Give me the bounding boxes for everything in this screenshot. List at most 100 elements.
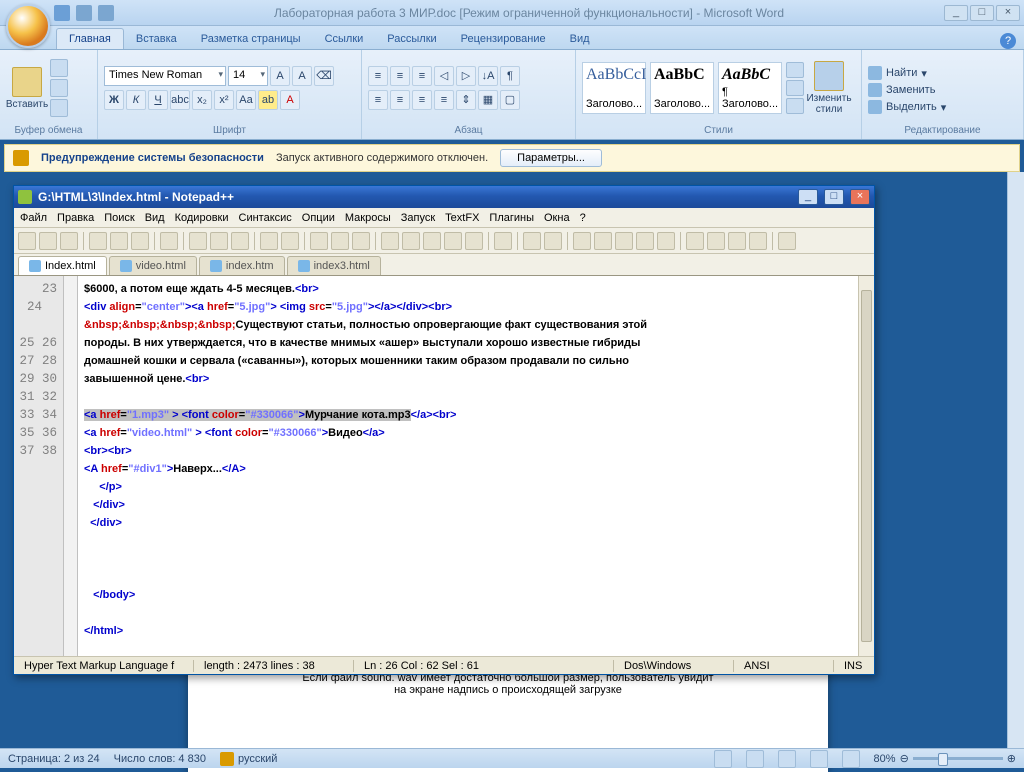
npp-menu-item[interactable]: Запуск	[401, 212, 435, 224]
copy-icon[interactable]	[50, 79, 68, 97]
subscript-button[interactable]: x₂	[192, 90, 212, 110]
indent-dec-icon[interactable]: ◁	[434, 66, 454, 86]
toolbar-button[interactable]	[465, 232, 483, 250]
redo-icon[interactable]	[98, 5, 114, 21]
toolbar-button[interactable]	[707, 232, 725, 250]
toolbar-button[interactable]	[110, 232, 128, 250]
npp-minimize-button[interactable]: _	[798, 189, 818, 205]
npp-close-button[interactable]: ×	[850, 189, 870, 205]
change-case-button[interactable]: Aa	[236, 90, 256, 110]
toolbar-button[interactable]	[352, 232, 370, 250]
strike-button[interactable]: abc	[170, 90, 190, 110]
view-fullscreen-icon[interactable]	[746, 750, 764, 768]
file-tab[interactable]: video.html	[109, 256, 197, 275]
status-words[interactable]: Число слов: 4 830	[114, 753, 206, 765]
tab-layout[interactable]: Разметка страницы	[189, 29, 313, 49]
toolbar-button[interactable]	[260, 232, 278, 250]
style-scroll-up-icon[interactable]	[786, 62, 804, 78]
toolbar-button[interactable]	[189, 232, 207, 250]
superscript-button[interactable]: x²	[214, 90, 234, 110]
italic-button[interactable]: К	[126, 90, 146, 110]
toolbar-button[interactable]	[573, 232, 591, 250]
align-center-icon[interactable]: ≡	[390, 90, 410, 110]
file-tab[interactable]: index3.html	[287, 256, 381, 275]
shrink-font-icon[interactable]: A	[292, 66, 312, 86]
toolbar-button[interactable]	[494, 232, 512, 250]
toolbar-button[interactable]	[657, 232, 675, 250]
toolbar-button[interactable]	[231, 232, 249, 250]
status-page[interactable]: Страница: 2 из 24	[8, 753, 100, 765]
code-area[interactable]: $6000, а потом еще ждать 4-5 месяцев.<br…	[78, 276, 858, 656]
save-icon[interactable]	[54, 5, 70, 21]
maximize-button[interactable]: □	[970, 5, 994, 21]
font-size-combo[interactable]: 14	[228, 66, 268, 86]
toolbar-button[interactable]	[160, 232, 178, 250]
toolbar-button[interactable]	[39, 232, 57, 250]
font-color-button[interactable]: A	[280, 90, 300, 110]
toolbar-button[interactable]	[544, 232, 562, 250]
toolbar-button[interactable]	[423, 232, 441, 250]
view-web-icon[interactable]	[778, 750, 796, 768]
zoom-in-icon[interactable]: ⊕	[1007, 752, 1016, 765]
npp-menu-item[interactable]: TextFX	[445, 212, 479, 224]
zoom-out-icon[interactable]: ⊖	[900, 752, 909, 765]
status-language[interactable]: русский	[220, 752, 277, 766]
numbering-icon[interactable]: ≡	[390, 66, 410, 86]
fold-margin[interactable]	[64, 276, 78, 656]
paste-button[interactable]: Вставить	[6, 55, 48, 121]
toolbar-button[interactable]	[523, 232, 541, 250]
select-link[interactable]: Выделить ▾	[868, 100, 946, 114]
security-options-button[interactable]: Параметры...	[500, 149, 602, 167]
indent-inc-icon[interactable]: ▷	[456, 66, 476, 86]
underline-button[interactable]: Ч	[148, 90, 168, 110]
tab-view[interactable]: Вид	[558, 29, 602, 49]
line-spacing-icon[interactable]: ⇕	[456, 90, 476, 110]
view-print-layout-icon[interactable]	[714, 750, 732, 768]
npp-menu-item[interactable]: Поиск	[104, 212, 134, 224]
toolbar-button[interactable]	[210, 232, 228, 250]
npp-menu-item[interactable]: Синтаксис	[239, 212, 292, 224]
tab-home[interactable]: Главная	[56, 28, 124, 49]
show-marks-icon[interactable]: ¶	[500, 66, 520, 86]
align-left-icon[interactable]: ≡	[368, 90, 388, 110]
toolbar-button[interactable]	[60, 232, 78, 250]
npp-menu-item[interactable]: Плагины	[489, 212, 534, 224]
zoom-slider[interactable]	[913, 757, 1003, 760]
npp-menu-item[interactable]: Вид	[145, 212, 165, 224]
toolbar-button[interactable]	[131, 232, 149, 250]
clear-format-icon[interactable]: ⌫	[314, 66, 334, 86]
tab-insert[interactable]: Вставка	[124, 29, 189, 49]
style-tile[interactable]: AaBbC¶ Заголово...	[718, 62, 782, 114]
npp-editor[interactable]: 23 24 25 26 27 28 29 30 31 32 33 34 35 3…	[14, 276, 874, 656]
view-draft-icon[interactable]	[842, 750, 860, 768]
zoom-control[interactable]: 80% ⊖ ⊕	[874, 752, 1016, 765]
shading-icon[interactable]: ▦	[478, 90, 498, 110]
npp-titlebar[interactable]: G:\HTML\3\Index.html - Notepad++ _ □ ×	[14, 186, 874, 208]
npp-menu-item[interactable]: Файл	[20, 212, 47, 224]
close-button[interactable]: ×	[996, 5, 1020, 21]
format-painter-icon[interactable]	[50, 99, 68, 117]
multilevel-icon[interactable]: ≡	[412, 66, 432, 86]
toolbar-button[interactable]	[615, 232, 633, 250]
toolbar-button[interactable]	[402, 232, 420, 250]
style-tile[interactable]: AaBbCЗаголово...	[650, 62, 714, 114]
style-tile[interactable]: AaBbCcIЗаголово...	[582, 62, 646, 114]
toolbar-button[interactable]	[281, 232, 299, 250]
style-scroll-down-icon[interactable]	[786, 80, 804, 96]
toolbar-button[interactable]	[18, 232, 36, 250]
font-name-combo[interactable]: Times New Roman	[104, 66, 226, 86]
npp-menu-item[interactable]: Опции	[302, 212, 335, 224]
toolbar-button[interactable]	[636, 232, 654, 250]
help-icon[interactable]: ?	[1000, 33, 1016, 49]
npp-menu-item[interactable]: Окна	[544, 212, 570, 224]
justify-icon[interactable]: ≡	[434, 90, 454, 110]
tab-review[interactable]: Рецензирование	[449, 29, 558, 49]
sort-icon[interactable]: ↓A	[478, 66, 498, 86]
tab-mailings[interactable]: Рассылки	[375, 29, 448, 49]
undo-icon[interactable]	[76, 5, 92, 21]
align-right-icon[interactable]: ≡	[412, 90, 432, 110]
file-tab[interactable]: Index.html	[18, 256, 107, 275]
word-vertical-scrollbar[interactable]	[1007, 172, 1024, 748]
npp-vertical-scrollbar[interactable]	[858, 276, 874, 656]
tab-references[interactable]: Ссылки	[313, 29, 376, 49]
